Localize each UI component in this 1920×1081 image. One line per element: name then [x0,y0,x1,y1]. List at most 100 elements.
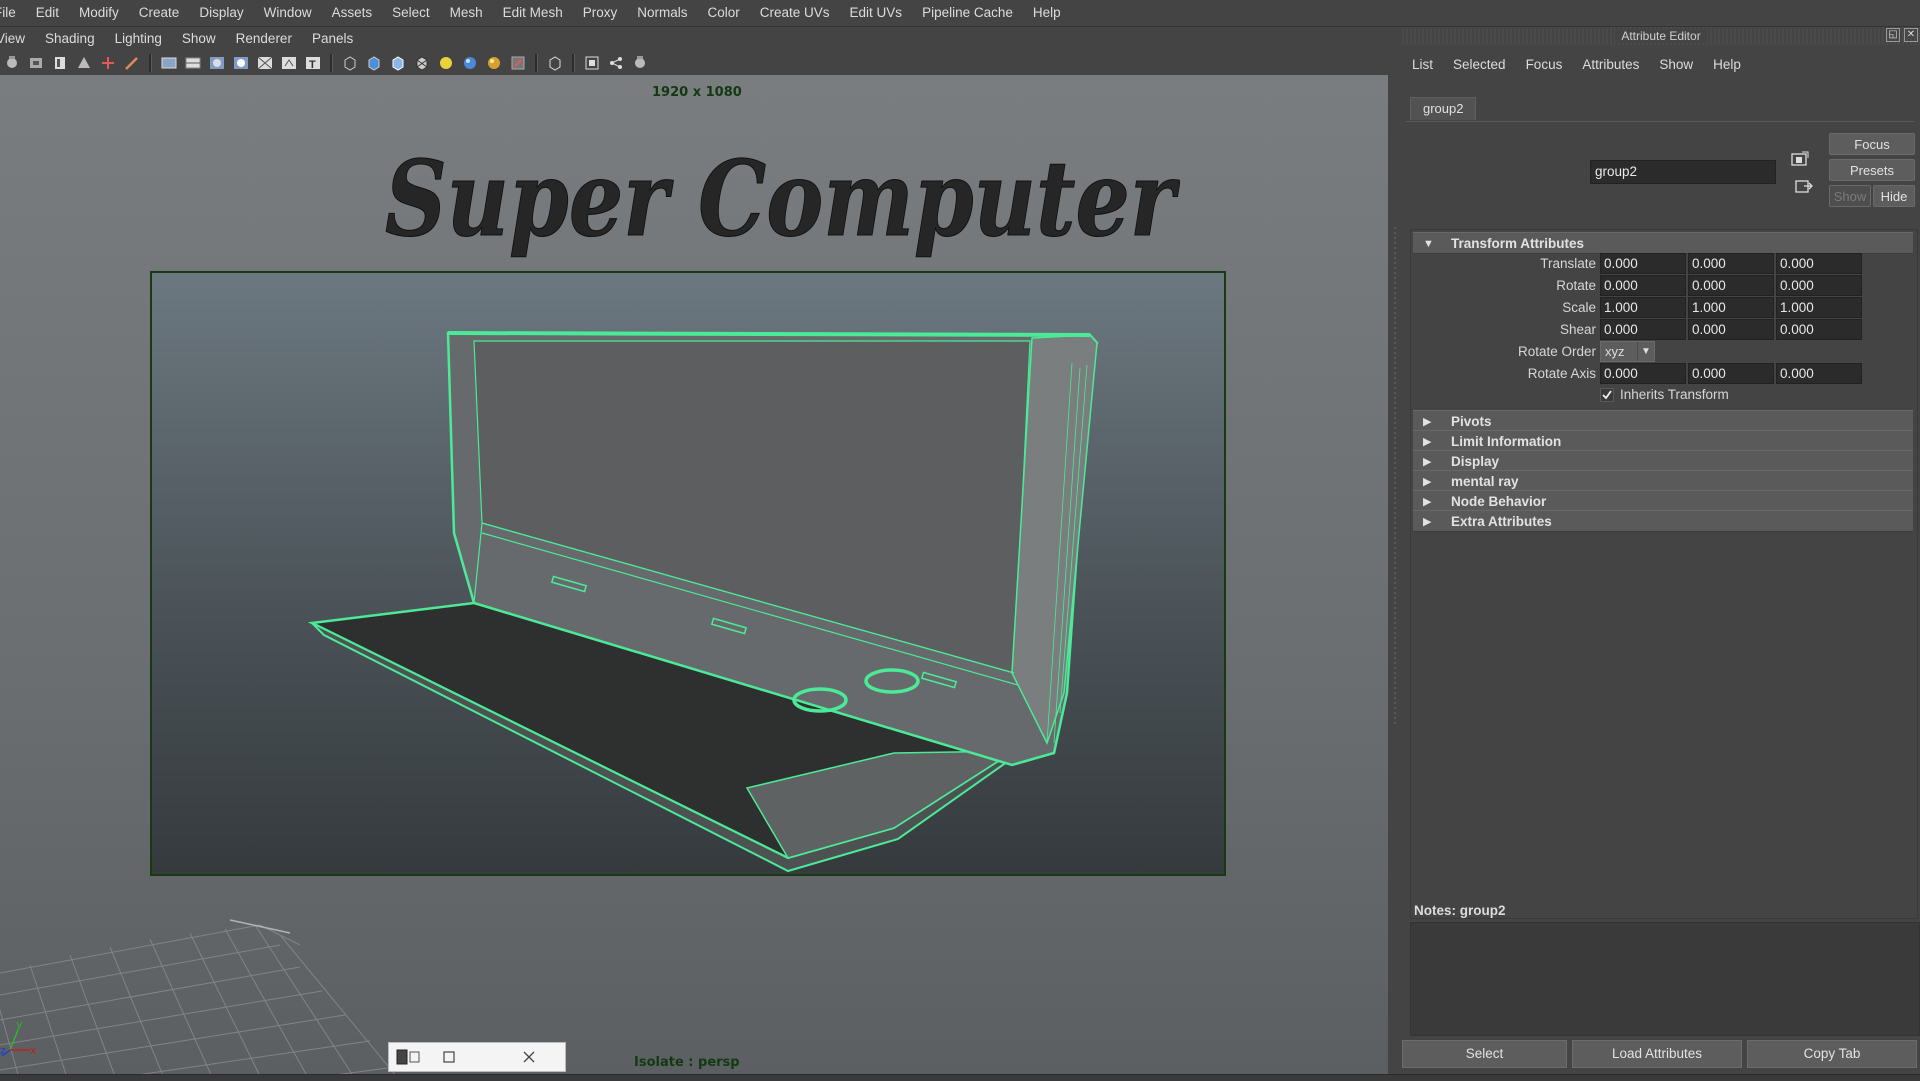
section-limit-information[interactable]: ▶ Limit Information [1413,430,1913,452]
notes-textarea[interactable] [1410,922,1920,1036]
menu-select[interactable]: Select [382,0,440,26]
menu-edit-mesh[interactable]: Edit Mesh [493,0,573,26]
section-node-behavior[interactable]: ▶ Node Behavior [1413,490,1913,512]
smooth-shade-icon[interactable] [364,53,384,73]
ae-menu-show[interactable]: Show [1649,57,1703,72]
rotate-axis-z-field[interactable]: 0.000 [1776,363,1862,384]
field-chart-icon[interactable] [255,53,275,73]
viewport-menu-panels[interactable]: Panels [302,31,363,46]
panel-splitter[interactable] [1388,27,1402,1074]
bookmark-icon[interactable] [50,53,70,73]
copy-tab-button[interactable]: Copy Tab [1747,1040,1917,1068]
resolution-gate-icon[interactable] [207,53,227,73]
menu-create-uvs[interactable]: Create UVs [750,0,840,26]
menu-edit[interactable]: Edit [26,0,69,26]
menu-color[interactable]: Color [697,0,749,26]
float-icon[interactable]: ◱ [1886,28,1900,42]
viewport-menu-show[interactable]: Show [172,31,226,46]
menu-normals[interactable]: Normals [627,0,697,26]
safe-title-icon[interactable]: T [303,53,323,73]
menu-modify[interactable]: Modify [69,0,129,26]
scale-x-field[interactable]: 1.000 [1600,297,1686,318]
rotate-axis-y-field[interactable]: 0.000 [1688,363,1774,384]
section-extra-attributes[interactable]: ▶ Extra Attributes [1413,510,1913,532]
load-attributes-button[interactable]: Load Attributes [1572,1040,1742,1068]
focus-button[interactable]: Focus [1829,133,1915,155]
gate-mask-icon[interactable] [231,53,251,73]
ae-menu-focus[interactable]: Focus [1516,57,1573,72]
select-button[interactable]: Select [1402,1040,1567,1068]
viewport-menu-shading[interactable]: Shading [35,31,105,46]
rotate-x-field[interactable]: 0.000 [1600,275,1686,296]
transform-name-field[interactable]: group2 [1590,160,1776,184]
menu-file[interactable]: File [0,0,26,26]
show-button[interactable]: Show [1829,185,1871,207]
maximize-icon[interactable] [469,1043,509,1071]
camera-attributes-icon[interactable] [26,53,46,73]
section-pivots[interactable]: ▶ Pivots [1413,410,1913,432]
close-panel-icon[interactable]: ✕ [1904,28,1918,42]
translate-y-field[interactable]: 0.000 [1688,253,1774,274]
go-to-input-icon[interactable] [1790,150,1810,168]
ae-menu-selected[interactable]: Selected [1443,57,1516,72]
laptop-model[interactable] [152,273,1224,874]
xray-components-icon[interactable] [630,53,650,73]
app-thumbnail-icon[interactable] [389,1043,429,1071]
translate-x-field[interactable]: 0.000 [1600,253,1686,274]
2d-pan-icon[interactable] [98,53,118,73]
viewport-menu-view[interactable]: View [0,31,35,46]
rotate-axis-x-field[interactable]: 0.000 [1600,363,1686,384]
shear-x-field[interactable]: 0.000 [1600,319,1686,340]
film-gate-icon[interactable] [183,53,203,73]
rotate-order-dropdown[interactable]: xyz ▼ [1600,341,1655,362]
grease-pencil-icon[interactable] [122,53,142,73]
section-display[interactable]: ▶ Display [1413,450,1913,472]
xray-icon[interactable] [582,53,602,73]
ae-menu-help[interactable]: Help [1703,57,1751,72]
menu-edit-uvs[interactable]: Edit UVs [840,0,913,26]
use-all-lights-icon[interactable] [436,53,456,73]
wireframe-icon[interactable] [340,53,360,73]
menu-display[interactable]: Display [189,0,253,26]
wireframe-on-shaded-icon[interactable] [388,53,408,73]
motion-blur-icon[interactable] [508,53,528,73]
rotate-z-field[interactable]: 0.000 [1776,275,1862,296]
restore-icon[interactable] [429,1043,469,1071]
isolate-select-icon[interactable] [545,53,565,73]
shear-z-field[interactable]: 0.000 [1776,319,1862,340]
menu-assets[interactable]: Assets [322,0,383,26]
attribute-sections[interactable]: ▼ Transform Attributes Translate 0.000 0.0… [1410,229,1918,919]
menu-window[interactable]: Window [254,0,322,26]
hide-button[interactable]: Hide [1873,185,1915,207]
grid-icon[interactable] [159,53,179,73]
presets-button[interactable]: Presets [1829,159,1915,181]
tab-group2[interactable]: group2 [1410,97,1477,120]
close-icon[interactable] [509,1043,549,1071]
inherits-transform-checkbox[interactable] [1600,388,1614,402]
translate-z-field[interactable]: 0.000 [1776,253,1862,274]
scale-y-field[interactable]: 1.000 [1688,297,1774,318]
menu-create[interactable]: Create [129,0,190,26]
textured-icon[interactable] [412,53,432,73]
screen-space-ao-icon[interactable] [484,53,504,73]
ae-menu-attributes[interactable]: Attributes [1572,57,1649,72]
xray-joints-icon[interactable] [606,53,626,73]
rotate-y-field[interactable]: 0.000 [1688,275,1774,296]
scale-z-field[interactable]: 1.000 [1776,297,1862,318]
image-plane-icon[interactable] [74,53,94,73]
menu-help[interactable]: Help [1023,0,1071,26]
viewport-menu-lighting[interactable]: Lighting [105,31,172,46]
menu-proxy[interactable]: Proxy [573,0,628,26]
safe-action-icon[interactable] [279,53,299,73]
camera-icon[interactable] [2,53,22,73]
menu-pipeline-cache[interactable]: Pipeline Cache [912,0,1023,26]
go-to-output-icon[interactable] [1794,177,1814,195]
3d-viewport[interactable]: 1920 x 1080 Super Computer y x z Isolate… [0,75,1388,1074]
section-mental-ray[interactable]: ▶ mental ray [1413,470,1913,492]
shadows-icon[interactable] [460,53,480,73]
viewport-menu-renderer[interactable]: Renderer [226,31,302,46]
menu-mesh[interactable]: Mesh [440,0,493,26]
shear-y-field[interactable]: 0.000 [1688,319,1774,340]
ae-menu-list[interactable]: List [1402,57,1443,72]
section-transform-attributes[interactable]: ▼ Transform Attributes [1413,232,1913,254]
